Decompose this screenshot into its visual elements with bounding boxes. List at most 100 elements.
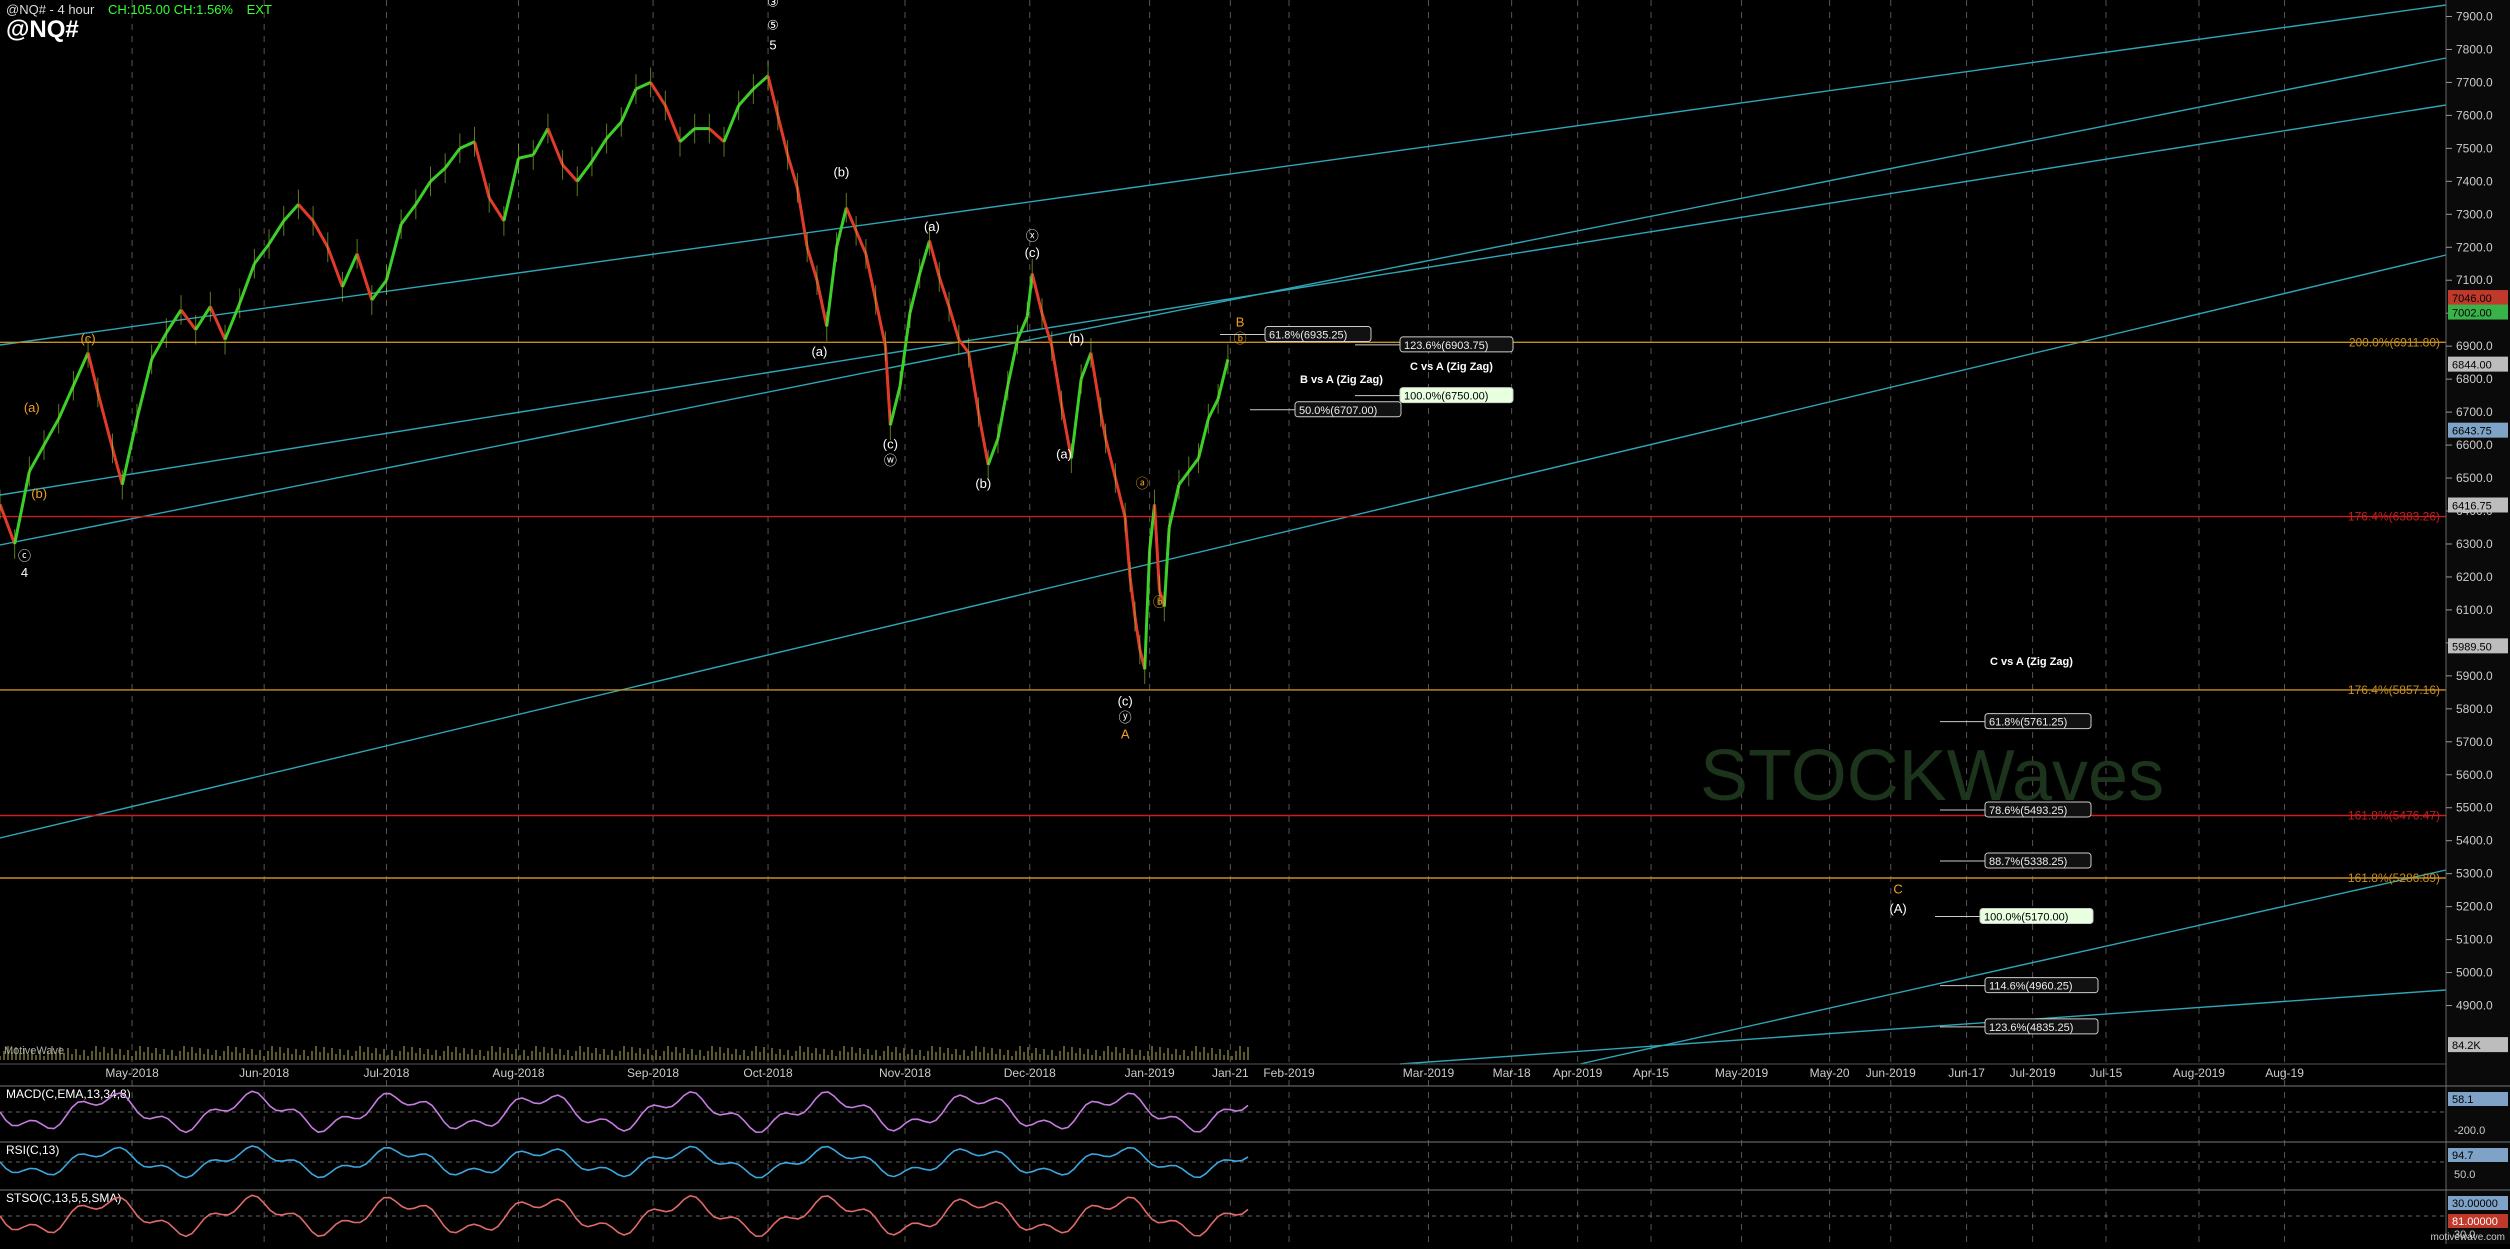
price-segment (1113, 477, 1127, 518)
x-tick-label: Mar-2019 (1403, 1066, 1455, 1080)
price-segment (459, 140, 476, 150)
wave-label: B (1236, 314, 1245, 329)
projection-label: 123.6%(4835.25) (1989, 1022, 2073, 1034)
price-segment (1216, 358, 1230, 400)
x-tick-label: Jan-21 (1212, 1066, 1249, 1080)
x-tick-label: Jun-17 (1948, 1066, 1985, 1080)
watermark-text: STOCKWaves (1700, 736, 2164, 816)
price-segment (546, 128, 564, 166)
x-tick-label: Jul-15 (2090, 1066, 2123, 1080)
price-segment (311, 220, 330, 248)
price-segment (370, 279, 388, 301)
price-segment (443, 147, 462, 170)
wave-label: 4 (21, 565, 28, 580)
x-tick-label: Apr-15 (1633, 1066, 1669, 1080)
indicator-tick: 50.0 (2454, 1169, 2475, 1181)
projection-label: 100.0%(5170.00) (1984, 912, 2068, 924)
price-segment (864, 253, 878, 301)
price-segment (663, 104, 682, 143)
price-segment (1153, 504, 1161, 591)
volume-label: MotiveWave (4, 1045, 64, 1057)
price-segment (223, 302, 242, 341)
x-tick-label: Mar-18 (1493, 1066, 1531, 1080)
y-tick-label: 7600.0 (2456, 108, 2493, 122)
indicator-tag-label: 94.7 (2452, 1150, 2473, 1162)
price-segment (1206, 398, 1220, 420)
wave-label: ⓑ (1234, 331, 1247, 346)
x-tick-label: Feb-2019 (1263, 1066, 1315, 1080)
wave-label: (c) (1118, 694, 1133, 709)
price-segment (385, 223, 403, 281)
change-readout: CH:105.00 CH:1.56% (107, 2, 233, 17)
price-segment (619, 88, 638, 123)
price-segment (737, 88, 755, 107)
projection-label: 61.8%(5761.25) (1989, 717, 2067, 729)
indicator-tag-label: 58.1 (2452, 1094, 2473, 1106)
fib-level-label: 176.4%(6383.26) (2348, 510, 2440, 524)
chart-header: @NQ# - 4 hour CH:105.00 CH:1.56% EXT (6, 2, 272, 17)
price-segment (28, 444, 46, 473)
price-segment (815, 279, 829, 327)
chart-title: @NQ# - 4 hour (6, 2, 95, 17)
y-tick-label: 6700.0 (2456, 405, 2493, 419)
price-tag-label: 7046.00 (2452, 293, 2492, 305)
price-segment (111, 447, 124, 486)
indicator-tag-label: 30.00000 (2452, 1198, 2498, 1210)
price-segment (429, 167, 447, 183)
wave-label: (b) (833, 164, 849, 179)
price-segment (908, 273, 922, 314)
price-segment (208, 305, 227, 341)
wave-label: ⓐ (1136, 476, 1149, 491)
trend-line (1399, 989, 2447, 1065)
trendline-layer (0, 4, 2447, 1065)
price-segment (1167, 484, 1181, 528)
price-segment (1016, 315, 1029, 341)
y-tick-label: 5100.0 (2456, 933, 2493, 947)
wave-label: (a) (24, 400, 40, 415)
price-tag-label: 6844.00 (2452, 360, 2492, 372)
x-tick-label: Jul-2019 (2010, 1066, 2056, 1080)
y-tick-label: 6300.0 (2456, 537, 2493, 551)
x-tick-label: Apr-2019 (1553, 1066, 1603, 1080)
price-segment (1089, 352, 1103, 413)
x-tick-label: Dec-2018 (1004, 1066, 1056, 1080)
price-segment (976, 411, 990, 466)
price-segment (1133, 616, 1142, 650)
price-tag-label: 6416.75 (2452, 500, 2492, 512)
price-segment (282, 203, 300, 222)
price-segment (96, 391, 114, 449)
wave-label: ⓦ (884, 453, 897, 468)
y-tick-label: 5300.0 (2456, 867, 2493, 881)
wave-label: ③ (767, 0, 779, 10)
x-tick-label: Jun-2019 (1866, 1066, 1916, 1080)
projection-label: 61.8%(6935.25) (1269, 330, 1347, 342)
price-segment (1104, 438, 1117, 479)
brand-label: motivewave.com (2431, 1232, 2505, 1243)
y-tick-label: 6500.0 (2456, 471, 2493, 485)
y-tick-label: 7900.0 (2456, 9, 2493, 23)
price-segment (253, 243, 271, 265)
y-tick-label: 6200.0 (2456, 570, 2493, 584)
price-segment (1006, 339, 1020, 387)
price-series-layer (0, 60, 1249, 1060)
wave-label: (a) (1056, 446, 1072, 461)
fib-level-label: 200.0%(6911.80) (2349, 335, 2440, 349)
price-segment (42, 417, 61, 446)
projection-label: 50.0%(6707.00) (1299, 405, 1377, 417)
wave-label: ⑤ (767, 18, 779, 33)
price-segment (937, 276, 951, 308)
price-segment (825, 247, 839, 327)
chart-canvas[interactable]: STOCKWaves 200.0%(6911.80) 176.4%(6383.26… (0, 0, 2510, 1244)
price-segment (341, 253, 359, 288)
price-segment (918, 240, 931, 275)
wave-label: (c) (883, 436, 898, 451)
price-segment (766, 75, 780, 116)
wave-label: ⓑ (1153, 595, 1166, 610)
y-tick-label: 5000.0 (2456, 966, 2493, 980)
x-tick-label: May-2019 (1715, 1066, 1769, 1080)
price-segment (1069, 378, 1083, 459)
price-segment (635, 81, 652, 91)
wave-label: (A) (1889, 901, 1906, 916)
y-tick-label: 5900.0 (2456, 669, 2493, 683)
indicator-tag-label: 81.00000 (2452, 1216, 2498, 1228)
